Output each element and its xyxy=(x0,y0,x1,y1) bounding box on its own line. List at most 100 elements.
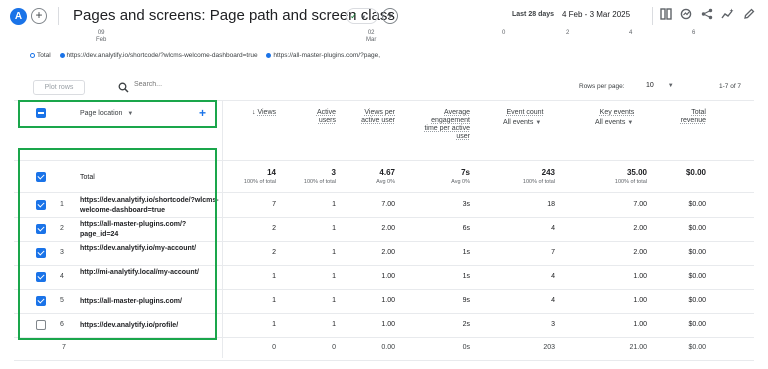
x-axis-tick: 4 xyxy=(629,30,633,36)
cell-avg-engagement: 2s xyxy=(462,321,470,328)
date-range-picker[interactable]: 4 Feb - 3 Mar 2025 xyxy=(562,10,630,19)
pagination-info: 1-7 of 7 xyxy=(719,83,742,90)
rows-per-page-select[interactable]: 10 ▼ xyxy=(646,82,674,89)
cell-event-count: 18 xyxy=(547,201,555,208)
cell-active-users: 1 xyxy=(332,297,336,304)
event-filter-dropdown[interactable]: All events ▼ xyxy=(489,119,561,127)
cell-avg-engagement: 1s xyxy=(462,273,470,280)
cell-active-users: 1 xyxy=(332,249,336,256)
highlight-box-dimension-header xyxy=(18,100,217,128)
legend-item[interactable]: Total xyxy=(30,52,51,59)
insights-icon[interactable] xyxy=(679,8,693,22)
chevron-down-icon: ▼ xyxy=(627,120,634,126)
cell-key-events: 1.00 xyxy=(633,273,647,280)
cell-views: 0 xyxy=(272,344,276,351)
x-axis-tick: 09 Feb xyxy=(96,30,107,43)
cell-avg-engagement: 3s xyxy=(462,201,470,208)
chevron-down-icon: ▼ xyxy=(360,15,367,21)
column-header-active-users[interactable]: Active users xyxy=(304,109,336,125)
add-filter-button[interactable]: + xyxy=(382,8,398,24)
total-event-count: 243 100% of total xyxy=(522,168,555,185)
add-comparison-button[interactable]: + xyxy=(31,8,47,24)
cell-revenue: $0.00 xyxy=(688,249,706,256)
legend-item[interactable]: https://dev.analytify.io/shortcode/?wlcm… xyxy=(59,52,258,59)
cell-views-per-user: 1.00 xyxy=(381,273,395,280)
cell-views: 1 xyxy=(272,297,276,304)
cell-views: 7 xyxy=(272,201,276,208)
total-revenue: $0.00 xyxy=(685,168,706,177)
table-toolbar: Plot rows Rows per page: 10▼ 1-7 of 7 xyxy=(14,76,754,100)
column-header-total-revenue[interactable]: Total revenue xyxy=(672,109,706,125)
x-axis-tick: 6 xyxy=(692,30,696,36)
column-header-key-events[interactable]: Key events All events ▼ xyxy=(581,109,653,127)
cell-key-events: 2.00 xyxy=(633,249,647,256)
cell-views-per-user: 7.00 xyxy=(381,201,395,208)
legend-dot-icon xyxy=(266,52,272,58)
cell-views: 2 xyxy=(272,225,276,232)
rows-per-page-label: Rows per page: xyxy=(579,83,625,90)
cell-avg-engagement: 6s xyxy=(462,225,470,232)
report-status-dropdown[interactable]: ✓ ▼ xyxy=(346,8,378,24)
cell-revenue: $0.00 xyxy=(688,344,706,351)
x-axis-tick: 2 xyxy=(566,30,570,36)
cell-revenue: $0.00 xyxy=(688,297,706,304)
cell-active-users: 1 xyxy=(332,201,336,208)
cell-active-users: 1 xyxy=(332,273,336,280)
search-input[interactable] xyxy=(134,81,284,88)
x-axis-tick: 0 xyxy=(502,30,506,36)
property-avatar[interactable]: A xyxy=(10,8,27,25)
cell-revenue: $0.00 xyxy=(688,273,706,280)
total-key-events: 35.00 100% of total xyxy=(614,168,647,185)
cell-views: 1 xyxy=(272,321,276,328)
x-axis-tick: 02 Mar xyxy=(366,30,377,43)
key-event-filter-dropdown[interactable]: All events ▼ xyxy=(581,119,653,127)
plot-rows-button[interactable]: Plot rows xyxy=(33,80,85,95)
cell-event-count: 4 xyxy=(551,225,555,232)
cell-active-users: 1 xyxy=(332,321,336,328)
total-avg-engagement: 7s Avg 0% xyxy=(451,168,470,185)
cell-avg-engagement: 0s xyxy=(462,344,470,351)
row-number: 7 xyxy=(62,344,66,351)
cell-key-events: 1.00 xyxy=(633,321,647,328)
cell-event-count: 203 xyxy=(543,344,555,351)
share-icon[interactable] xyxy=(700,8,714,22)
cell-key-events: 21.00 xyxy=(629,344,647,351)
cell-revenue: $0.00 xyxy=(688,201,706,208)
trend-sparkle-icon[interactable] xyxy=(720,8,734,22)
cell-views-per-user: 2.00 xyxy=(381,225,395,232)
cell-key-events: 7.00 xyxy=(633,201,647,208)
total-active-users: 3 100% of total xyxy=(303,168,336,185)
cell-active-users: 0 xyxy=(332,344,336,351)
cell-event-count: 7 xyxy=(551,249,555,256)
legend-dot-icon xyxy=(59,52,65,58)
cell-avg-engagement: 9s xyxy=(462,297,470,304)
cell-event-count: 4 xyxy=(551,273,555,280)
cell-event-count: 3 xyxy=(551,321,555,328)
cell-event-count: 4 xyxy=(551,297,555,304)
column-header-event-count[interactable]: Event count All events ▼ xyxy=(489,109,561,127)
total-views: 14 100% of total xyxy=(243,168,276,185)
divider xyxy=(58,7,59,25)
cell-views: 1 xyxy=(272,273,276,280)
column-header-avg-engagement[interactable]: Average engagement time per active user xyxy=(418,109,470,141)
column-header-views[interactable]: ↓ Views xyxy=(232,109,276,117)
compare-columns-icon[interactable] xyxy=(659,8,673,22)
total-views-per-user: 4.67 Avg 0% xyxy=(376,168,395,185)
legend-dot-icon xyxy=(30,52,35,58)
cell-avg-engagement: 1s xyxy=(462,249,470,256)
cell-views-per-user: 2.00 xyxy=(381,249,395,256)
legend-item[interactable]: https://all-master-plugins.com/?page, xyxy=(266,52,380,59)
cell-key-events: 2.00 xyxy=(633,225,647,232)
chevron-down-icon: ▼ xyxy=(667,83,674,89)
column-header-views-per-user[interactable]: Views per active user xyxy=(359,109,395,125)
cell-revenue: $0.00 xyxy=(688,321,706,328)
date-range-label: Last 28 days xyxy=(512,11,555,18)
cell-key-events: 1.00 xyxy=(633,297,647,304)
chevron-down-icon: ▼ xyxy=(535,120,542,126)
top-bar: A + Pages and screens: Page path and scr… xyxy=(0,0,768,30)
search-icon xyxy=(118,80,130,93)
chart-legend: Total https://dev.analytify.io/shortcode… xyxy=(30,52,387,59)
edit-pencil-icon[interactable] xyxy=(742,8,756,22)
cell-views-per-user: 1.00 xyxy=(381,321,395,328)
cell-revenue: $0.00 xyxy=(688,225,706,232)
